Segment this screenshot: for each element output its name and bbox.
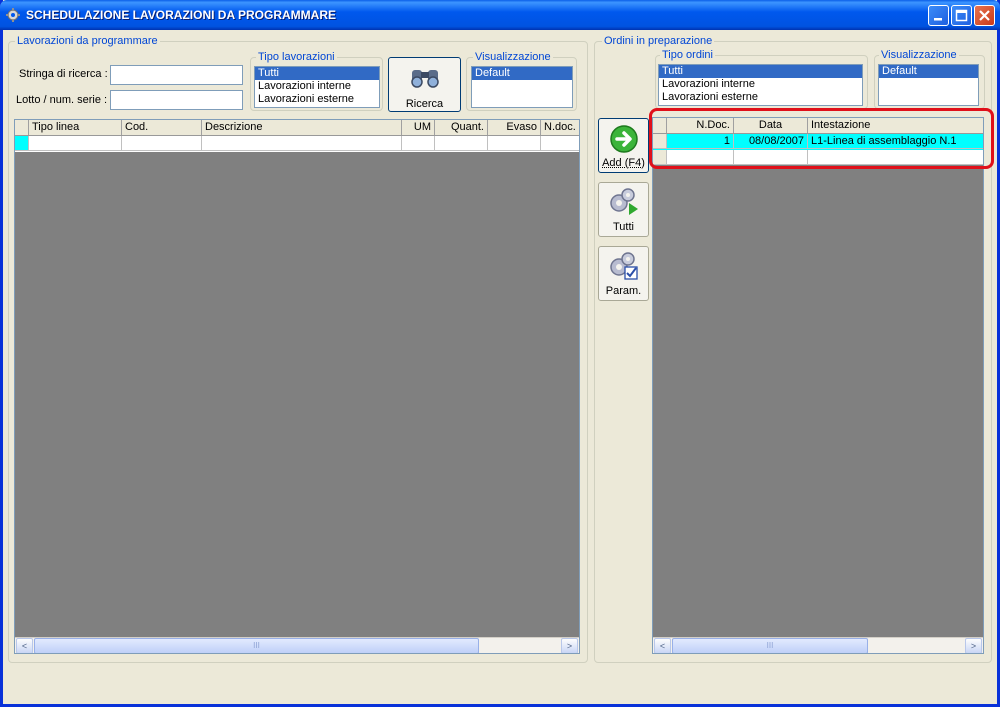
table-cell[interactable] <box>435 136 488 151</box>
list-item[interactable]: Tutti <box>255 67 379 80</box>
close-icon <box>979 10 990 21</box>
scroll-thumb[interactable]: III <box>672 638 868 653</box>
row-selector[interactable] <box>15 136 29 151</box>
ricerca-button[interactable]: Ricerca <box>388 57 461 112</box>
table-cell[interactable] <box>202 136 402 151</box>
scroll-right-arrow[interactable]: > <box>561 638 578 653</box>
list-item[interactable]: Lavorazioni interne <box>255 80 379 93</box>
table-cell[interactable] <box>402 136 435 151</box>
list-item[interactable]: Lavorazioni esterne <box>659 91 862 104</box>
tipo-ordini-label: Tipo ordini <box>660 49 715 61</box>
right-group-label: Ordini in preparazione <box>602 35 715 47</box>
column-header[interactable]: Quant. <box>435 120 488 135</box>
maximize-button[interactable] <box>951 5 972 26</box>
right-grid[interactable]: N.Doc. Data Intestazione 1 08/08/2007 L1… <box>652 117 984 654</box>
scroll-left-arrow[interactable]: < <box>654 638 671 653</box>
column-header[interactable]: Cod. <box>122 120 202 135</box>
right-visualizzazione-list[interactable]: Default <box>878 64 979 106</box>
search-input[interactable] <box>110 65 243 85</box>
left-visualizzazione-label: Visualizzazione <box>473 51 553 63</box>
table-cell[interactable] <box>122 136 202 151</box>
list-item[interactable]: Default <box>472 67 572 80</box>
scroll-right-arrow[interactable]: > <box>965 638 982 653</box>
left-visualizzazione-list[interactable]: Default <box>471 66 573 108</box>
column-header[interactable]: Tipo linea <box>29 120 122 135</box>
row-selector-header <box>15 120 29 135</box>
column-header[interactable]: N.doc. <box>541 120 579 135</box>
lot-label: Lotto / num. serie : <box>16 94 108 106</box>
scroll-thumb[interactable]: III <box>34 638 479 653</box>
title-bar[interactable]: SCHEDULAZIONE LAVORAZIONI DA PROGRAMMARE <box>0 0 1000 30</box>
minimize-button[interactable] <box>928 5 949 26</box>
column-header[interactable]: Evaso <box>488 120 541 135</box>
list-item[interactable]: Tutti <box>659 65 862 78</box>
ricerca-label: Ricerca <box>405 98 444 110</box>
scroll-left-arrow[interactable]: < <box>16 638 33 653</box>
table-row[interactable] <box>15 136 579 152</box>
left-grid[interactable]: Tipo linea Cod. Descrizione UM Quant. Ev… <box>14 119 580 654</box>
gear-icon <box>6 8 20 22</box>
binoculars-icon <box>411 70 439 88</box>
window-title: SCHEDULAZIONE LAVORAZIONI DA PROGRAMMARE <box>26 8 336 22</box>
close-button[interactable] <box>974 5 995 26</box>
list-item[interactable]: Lavorazioni interne <box>659 78 862 91</box>
column-header[interactable]: Descrizione <box>202 120 402 135</box>
table-cell[interactable] <box>541 136 579 151</box>
table-cell[interactable] <box>488 136 541 151</box>
tipo-lavorazioni-list[interactable]: Tutti Lavorazioni interne Lavorazioni es… <box>254 66 380 108</box>
annotation-highlight <box>649 108 994 169</box>
tipo-ordini-list[interactable]: Tutti Lavorazioni interne Lavorazioni es… <box>658 64 863 106</box>
minimize-icon <box>934 18 942 21</box>
search-label: Stringa di ricerca : <box>19 68 108 80</box>
left-grid-header: Tipo linea Cod. Descrizione UM Quant. Ev… <box>15 120 579 136</box>
maximize-icon <box>955 9 968 22</box>
right-horizontal-scrollbar[interactable]: < III > <box>653 637 983 653</box>
tipo-lavorazioni-label: Tipo lavorazioni <box>256 51 337 63</box>
column-header[interactable]: UM <box>402 120 435 135</box>
table-cell[interactable] <box>29 136 122 151</box>
left-group-label: Lavorazioni da programmare <box>15 35 160 47</box>
left-horizontal-scrollbar[interactable]: < III > <box>15 637 579 653</box>
lot-input[interactable] <box>110 90 243 110</box>
right-visualizzazione-label: Visualizzazione <box>879 49 959 61</box>
list-item[interactable]: Default <box>879 65 978 78</box>
list-item[interactable]: Lavorazioni esterne <box>255 93 379 106</box>
